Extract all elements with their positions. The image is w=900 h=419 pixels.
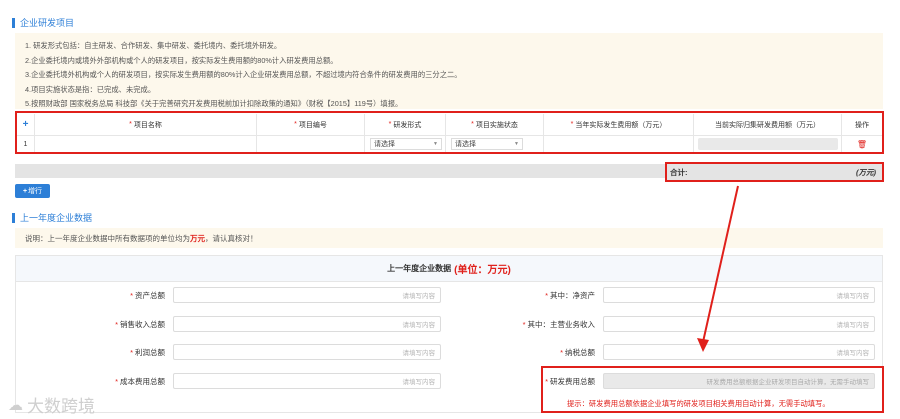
col-action: 操作 [855,121,869,129]
rd-auto-calc-hint: 提示：研发费用总额依据企业填写的研发项目相关费用自动计算，无需手动填写。 [567,399,830,408]
note-line: 3.企业委托境外机构或个人的研发项目，按实际发生费用额的80%计入企业研发费用总… [25,70,462,80]
row-index: 1 [17,136,35,152]
total-cost-cell [694,136,842,152]
chevron-down-icon: ▼ [433,141,438,147]
watermark-logo: ☁ 大数跨境 [8,392,95,417]
plus-icon: + [22,187,28,195]
unit-notice-suffix: ，请认真核对！ [205,233,258,243]
note-line: 5.按照财政部 国家税务总局 科技部《关于完善研究开发费用税前加计扣除政策的通知… [25,99,403,109]
field-net-assets: * 其中：净资产 请填写内容 [449,282,875,308]
col-total-cost: 当前实际归集研发费用额（万元） [694,114,842,135]
field-label: * 纳税总额 [560,347,595,357]
chevron-down-icon: ▼ [514,141,519,147]
year-cost-input[interactable] [544,136,694,152]
col-project-name: * 项目名称 [35,114,257,135]
cloud-logo-icon: ☁ [8,396,23,414]
section-title-prev-year: 上一年度企业数据 [12,211,92,224]
field-label: * 销售收入总额 [115,319,165,329]
total-cost-readonly [697,138,838,150]
trash-icon[interactable]: 🗑 [857,140,867,149]
section-title-projects-text: 企业研发项目 [20,18,75,28]
instructions-notice: 1. 研发形式包括：自主研发、合作研发、集中研发、委托境内、委托境外研发。 2.… [15,33,883,109]
note-line: 4.项目实施状态是指：已完成、未完成。 [25,84,156,94]
section-title-projects: 企业研发项目 [12,16,74,29]
project-table-header: + * 项目名称 * 项目编号 * 研发形式 * 项目实施状态 * 当年实际发生费用额（万… [17,114,882,136]
section-title-bar [12,212,15,223]
field-total-profit: * 利润总额 请填写内容 [15,339,441,365]
field-total-assets: * 资产总额 请填写内容 [15,282,441,308]
add-row-label: 增行 [28,188,43,195]
section-title-prev-year-text: 上一年度企业数据 [20,213,93,223]
table-row: 1 请选择 ▼ 请选择 ▼ 🗑 [17,136,882,152]
section-title-bar [12,17,15,28]
net-assets-input[interactable]: 请填写内容 [603,287,875,303]
project-status-select[interactable]: 请选择 ▼ [451,138,523,150]
add-row-icon[interactable]: + [17,114,35,135]
data-table-title: 上一年度企业数据 (单位：万元) [16,256,882,282]
col-project-code: * 项目编号 [257,114,365,135]
total-cost-input[interactable]: 请填写内容 [173,373,441,389]
unit-notice: 说明：上一年度企业数据中所有数据项的单位均为 万元 ，请认真核对！ [15,228,883,248]
field-label: * 资产总额 [130,290,165,300]
col-rd-form: * 研发形式 [365,114,446,135]
add-row-button[interactable]: + 增行 [15,184,50,198]
unit-notice-unit: 万元 [190,233,205,243]
project-status-cell: 请选择 ▼ [446,136,544,152]
total-assets-input[interactable]: 请填写内容 [173,287,441,303]
note-line: 2.企业委托境内或境外外部机构或个人的研发项目，按实际发生费用额的80%计入研发… [25,55,338,65]
note-line: 1. 研发形式包括：自主研发、合作研发、集中研发、委托境内、委托境外研发。 [25,41,282,50]
total-sum-cell: 合计: (万元) [665,162,884,182]
total-profit-input[interactable]: 请填写内容 [173,344,441,360]
col-year-cost: * 当年实际发生费用额（万元） [544,114,694,135]
action-cell: 🗑 [842,136,882,152]
field-label: * 成本费用总额 [115,376,165,386]
field-label: * 利润总额 [130,347,165,357]
total-row-bar [15,164,665,178]
rd-form-cell: 请选择 ▼ [365,136,446,152]
field-label: * 其中：主营业务收入 [522,319,595,329]
col-project-status: * 项目实施状态 [446,114,544,135]
unit-notice-prefix: 说明：上一年度企业数据中所有数据项的单位均为 [25,233,190,243]
data-table-title-unit: (单位：万元) [454,265,511,276]
field-total-tax: * 纳税总额 请填写内容 [449,339,875,365]
field-total-cost: * 成本费用总额 请填写内容 [15,368,441,394]
rd-form-select[interactable]: 请选择 ▼ [370,138,442,150]
sales-revenue-input[interactable]: 请填写内容 [173,316,441,332]
total-label: 合计: [670,167,688,177]
total-unit: (万元) [856,167,876,177]
field-sales-revenue: * 销售收入总额 请填写内容 [15,311,441,337]
field-main-revenue: * 其中：主营业务收入 请填写内容 [449,311,875,337]
data-table-title-text: 上一年度企业数据 [387,264,452,273]
main-revenue-input[interactable]: 请填写内容 [603,316,875,332]
total-tax-input[interactable]: 请填写内容 [603,344,875,360]
field-label: * 其中：净资产 [545,290,595,300]
project-code-input[interactable] [257,136,365,152]
watermark-text: 大数跨境 [27,397,95,416]
project-name-input[interactable] [35,136,257,152]
